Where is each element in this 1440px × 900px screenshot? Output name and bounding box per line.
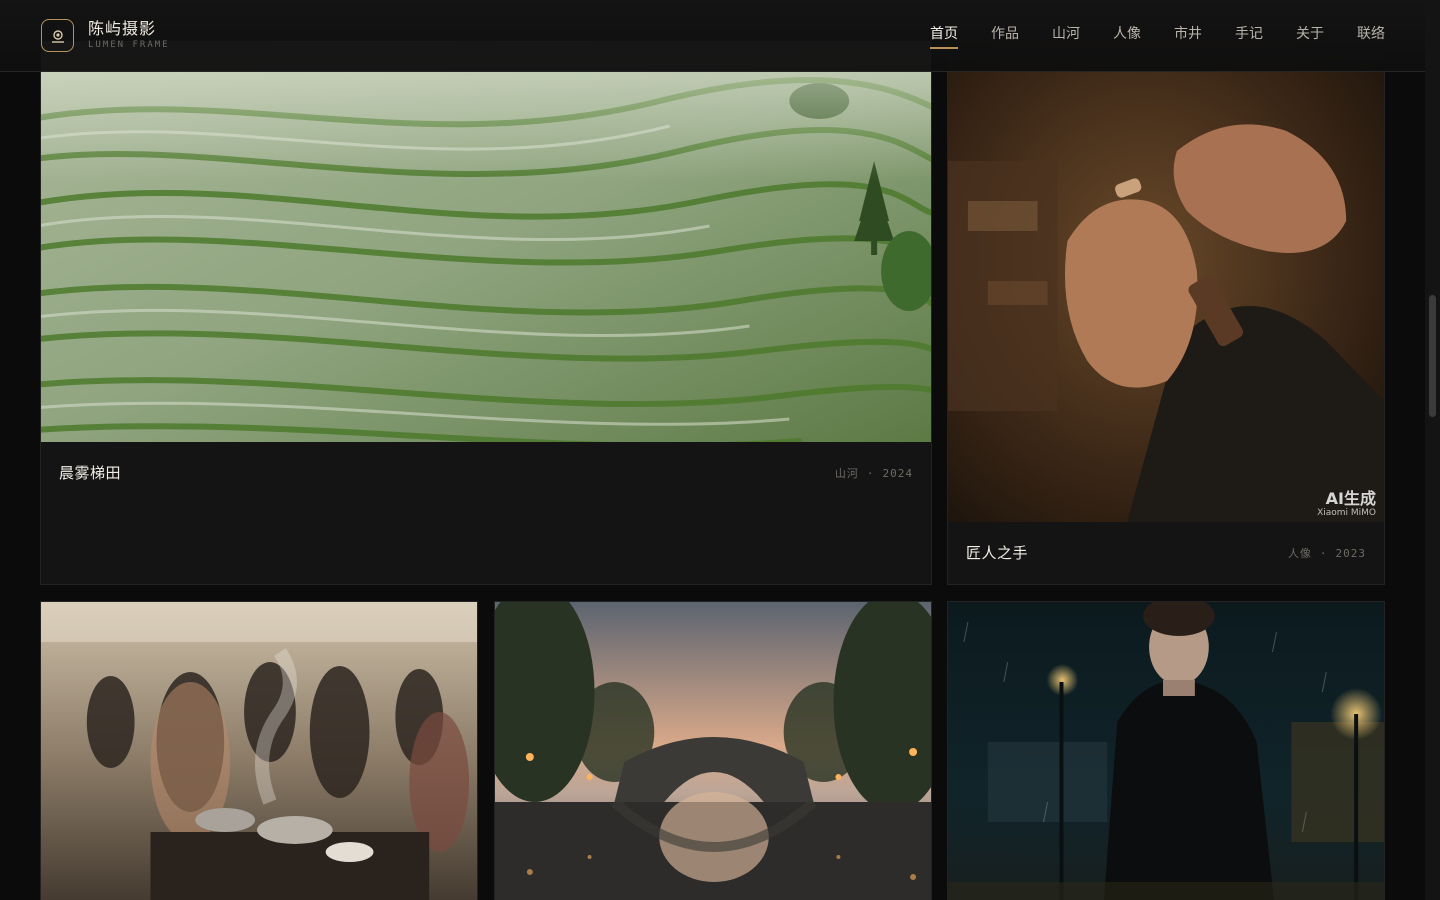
- ai-generated-badge: AI生成 Xiaomi MiMO: [1317, 491, 1376, 518]
- card-meta: 人像 · 2023: [1288, 545, 1366, 561]
- card-title: 晨雾梯田: [59, 464, 122, 482]
- card-title: 匠人之手: [966, 544, 1029, 562]
- photo-bridge[interactable]: [495, 602, 931, 900]
- brand-name: 陈屿摄影: [88, 19, 157, 38]
- nav-item-journal[interactable]: 手记: [1235, 23, 1263, 49]
- ai-badge-label: AI生成: [1325, 489, 1376, 508]
- site-header: 陈屿摄影 LUMEN FRAME 首页 作品 山河 人像 市井 手记 关于 联络: [0, 0, 1425, 72]
- caption-terraces: 晨雾梯田 山河 · 2024: [59, 462, 913, 483]
- brand[interactable]: 陈屿摄影 LUMEN FRAME: [41, 19, 170, 52]
- brand-subtitle: LUMEN FRAME: [88, 40, 170, 50]
- card-category: 人像: [1287, 546, 1312, 560]
- gallery-card-market[interactable]: [40, 601, 478, 900]
- nav-item-works[interactable]: 作品: [991, 23, 1019, 49]
- nav-item-home[interactable]: 首页: [930, 23, 958, 49]
- nav-item-about[interactable]: 关于: [1296, 23, 1324, 49]
- nav-item-street[interactable]: 市井: [1174, 23, 1202, 49]
- photo-market[interactable]: [41, 602, 477, 900]
- card-year: 2023: [1335, 546, 1366, 560]
- photo-portrait[interactable]: [948, 602, 1384, 900]
- gallery-card-terraces[interactable]: 晨雾梯田 山河 · 2024: [40, 40, 932, 585]
- photo-hands[interactable]: AI生成 Xiaomi MiMO: [948, 41, 1384, 522]
- photo-terraces[interactable]: [41, 41, 931, 442]
- card-year: 2024: [882, 466, 913, 480]
- card-category: 山河: [834, 466, 859, 480]
- vertical-scrollbar[interactable]: [1425, 0, 1440, 900]
- meta-separator: ·: [866, 466, 875, 480]
- camera-icon: [41, 19, 74, 52]
- gallery-card-portrait[interactable]: [947, 601, 1385, 900]
- gallery-card-bridge[interactable]: [494, 601, 932, 900]
- meta-separator: ·: [1319, 546, 1328, 560]
- nav-item-landscape[interactable]: 山河: [1052, 23, 1080, 49]
- nav-item-portrait[interactable]: 人像: [1113, 23, 1141, 49]
- nav-item-contact[interactable]: 联络: [1357, 23, 1385, 49]
- caption-hands: 匠人之手 人像 · 2023: [966, 542, 1366, 563]
- ai-badge-sub: Xiaomi MiMO: [1317, 508, 1376, 518]
- main-nav: 首页 作品 山河 人像 市井 手记 关于 联络: [897, 23, 1385, 49]
- scrollbar-thumb[interactable]: [1429, 295, 1436, 417]
- gallery-card-hands[interactable]: AI生成 Xiaomi MiMO 匠人之手 人像 · 2023: [947, 40, 1385, 585]
- card-meta: 山河 · 2024: [835, 465, 913, 481]
- page: 陈屿摄影 LUMEN FRAME 首页 作品 山河 人像 市井 手记 关于 联络: [0, 0, 1440, 900]
